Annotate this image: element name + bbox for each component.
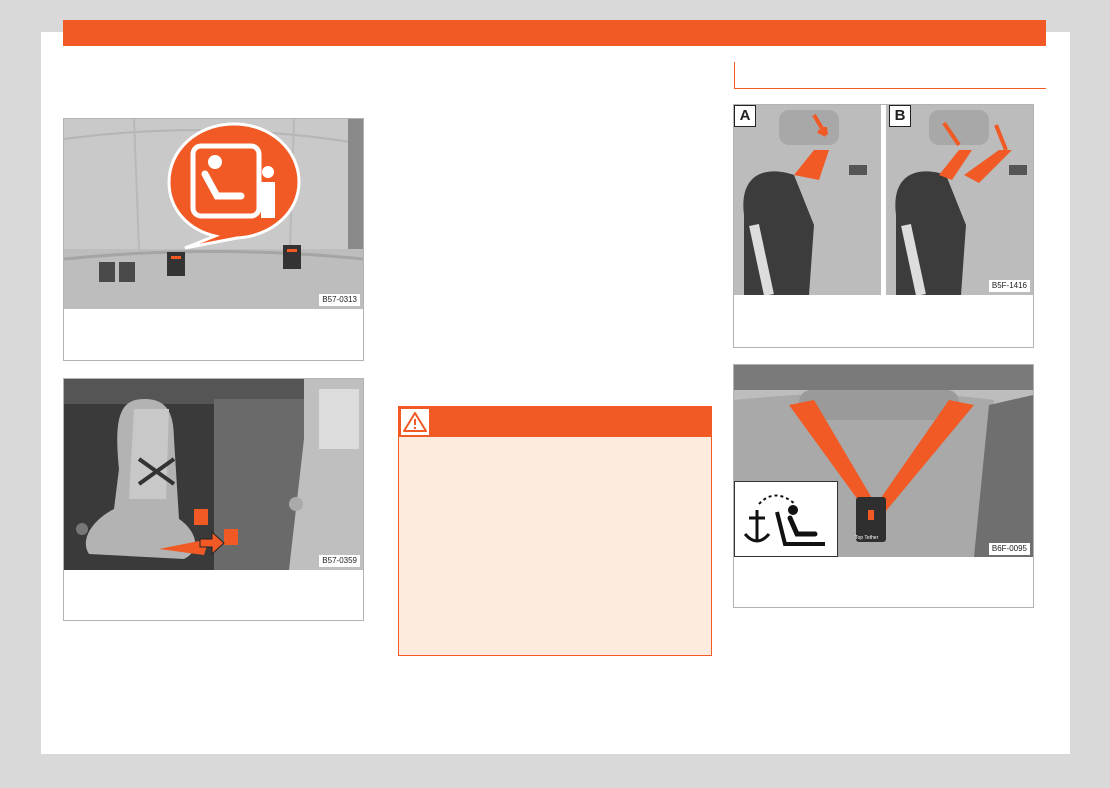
top-tether-routing-photo (734, 105, 1033, 295)
isofix-install-photo (64, 379, 363, 570)
warning-box (398, 406, 712, 656)
panel-label-b: B (889, 105, 911, 127)
figure-code: B5F-1416 (988, 280, 1030, 292)
figure-isofix-symbol: B57-0313 (63, 118, 364, 361)
top-tether-symbol-box (734, 481, 838, 557)
section-heading-rule (734, 62, 1046, 89)
warning-icon-frame (401, 409, 429, 435)
figure-code: B57-0313 (319, 294, 360, 306)
figure-code: B57-0359 (319, 555, 360, 567)
isofix-child-seat-info-icon (167, 122, 301, 250)
top-tether-anchor-icon (743, 494, 825, 546)
header-accent-bar (63, 20, 1046, 46)
figure-code: B6F-0095 (988, 543, 1030, 555)
warning-triangle-icon (403, 412, 427, 432)
top-tether-anchor-label: Top Tether (855, 535, 879, 541)
figure-top-tether-anchor: Top Tether B6F-0095 (733, 364, 1034, 608)
figure-top-tether-routing: A B B5F-1416 (733, 104, 1034, 348)
warning-header (399, 407, 711, 437)
panel-label-a: A (734, 105, 756, 127)
figure-isofix-install: B57-0359 (63, 378, 364, 621)
